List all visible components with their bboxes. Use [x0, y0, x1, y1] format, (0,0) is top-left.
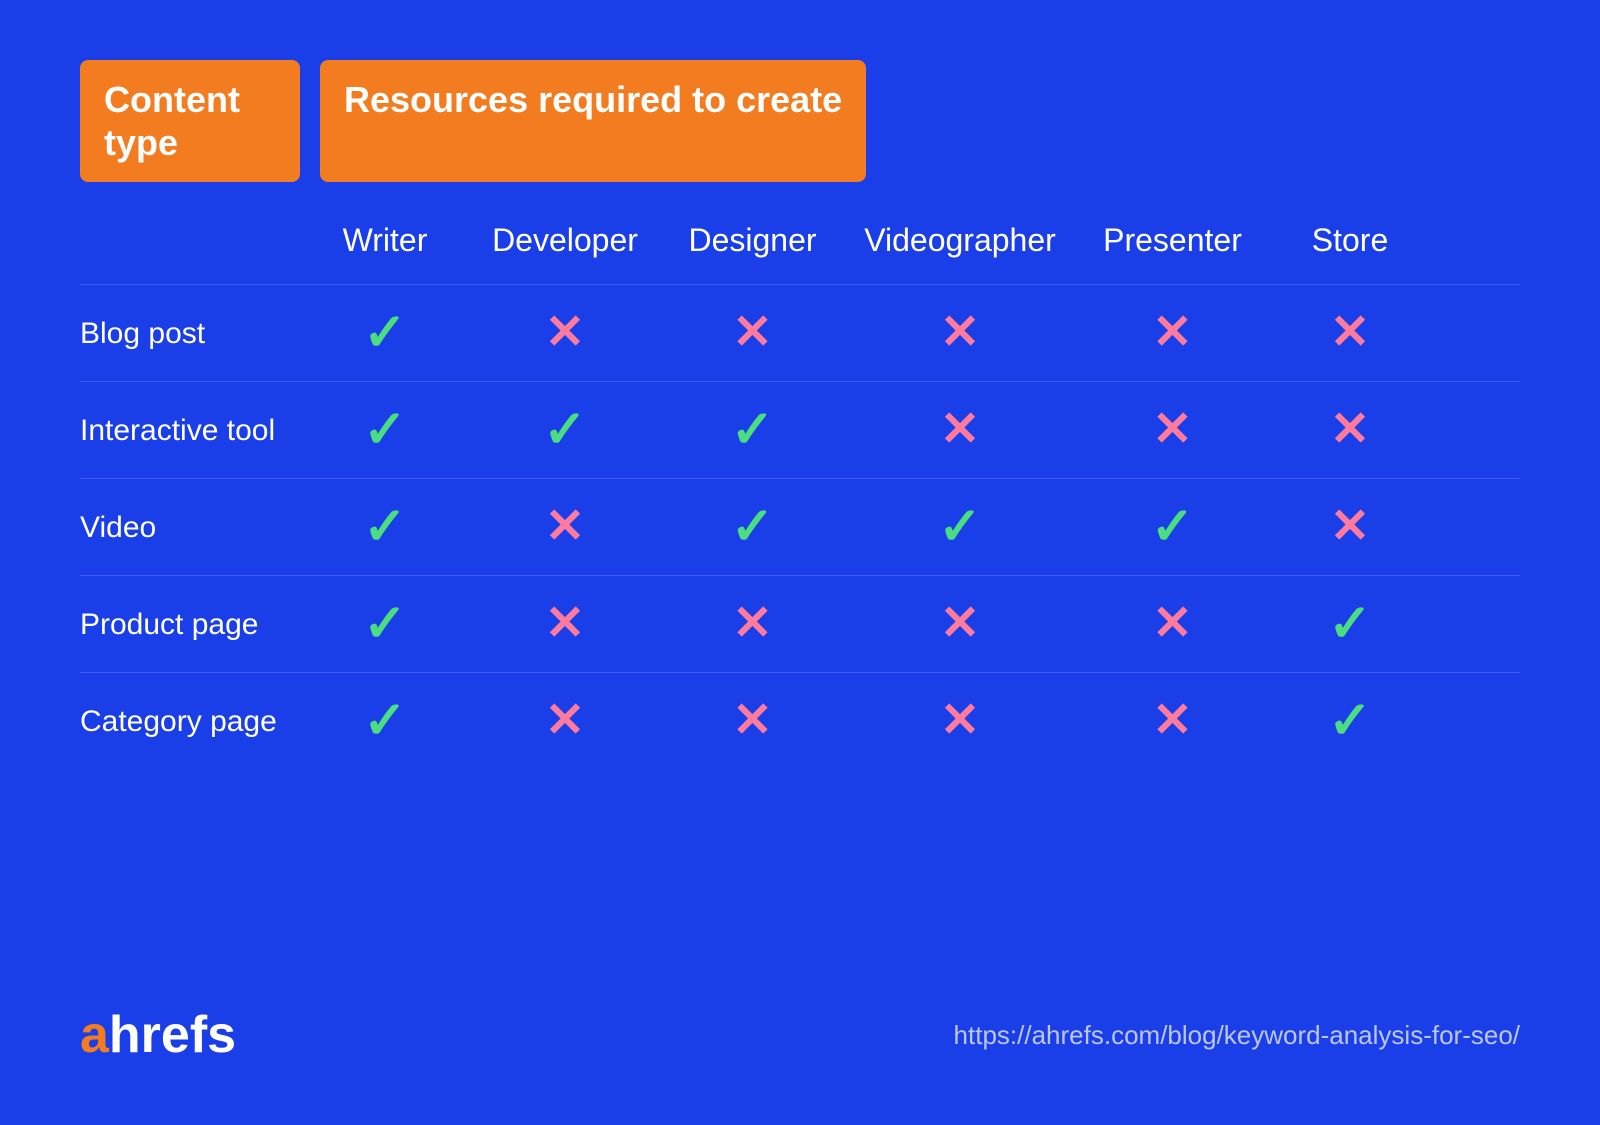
cross-icon: ✕	[1330, 406, 1370, 454]
col-header-empty	[80, 212, 300, 269]
check-icon: ✓	[938, 501, 982, 553]
footer-url: https://ahrefs.com/blog/keyword-analysis…	[954, 1020, 1520, 1051]
cross-icon: ✕	[940, 600, 980, 648]
cell-check: ✓	[845, 501, 1075, 553]
col-header-designer: Designer	[660, 212, 845, 269]
header-row: Content type Resources required to creat…	[80, 60, 1520, 182]
main-container: Content type Resources required to creat…	[0, 0, 1600, 1125]
table-row: Category page ✓ ✕ ✕ ✕ ✕ ✓	[80, 672, 1520, 769]
cell-cross: ✕	[845, 406, 1075, 454]
logo-a: a	[80, 1006, 109, 1064]
cell-check: ✓	[300, 404, 470, 456]
check-icon: ✓	[363, 695, 407, 747]
cross-icon: ✕	[732, 309, 772, 357]
check-icon: ✓	[363, 501, 407, 553]
cell-cross: ✕	[1075, 406, 1270, 454]
table-row: Blog post ✓ ✕ ✕ ✕ ✕ ✕	[80, 284, 1520, 381]
check-icon: ✓	[1328, 598, 1372, 650]
cell-cross: ✕	[845, 600, 1075, 648]
col-header-presenter: Presenter	[1075, 212, 1270, 269]
content-type-header: Content type	[80, 60, 300, 182]
column-headers: Writer Developer Designer Videographer P…	[80, 212, 1520, 269]
cell-check: ✓	[300, 598, 470, 650]
check-icon: ✓	[1328, 695, 1372, 747]
cell-cross: ✕	[1075, 309, 1270, 357]
cross-icon: ✕	[1330, 503, 1370, 551]
cell-cross: ✕	[470, 503, 660, 551]
check-icon: ✓	[363, 404, 407, 456]
cross-icon: ✕	[1330, 309, 1370, 357]
table-row: Interactive tool ✓ ✓ ✓ ✕ ✕ ✕	[80, 381, 1520, 478]
table-row: Product page ✓ ✕ ✕ ✕ ✕ ✓	[80, 575, 1520, 672]
cross-icon: ✕	[940, 406, 980, 454]
row-label: Interactive tool	[80, 411, 300, 450]
cell-check: ✓	[300, 695, 470, 747]
cell-cross: ✕	[845, 309, 1075, 357]
resources-header: Resources required to create	[320, 60, 866, 182]
col-header-writer: Writer	[300, 212, 470, 269]
check-icon: ✓	[731, 404, 775, 456]
row-label: Blog post	[80, 314, 300, 353]
cross-icon: ✕	[1152, 600, 1192, 648]
cell-check: ✓	[1075, 501, 1270, 553]
ahrefs-logo: ahrefs	[80, 1005, 236, 1065]
cell-cross: ✕	[1270, 309, 1430, 357]
footer: ahrefs https://ahrefs.com/blog/keyword-a…	[80, 975, 1520, 1065]
cell-cross: ✕	[1270, 406, 1430, 454]
cell-check: ✓	[1270, 598, 1430, 650]
cross-icon: ✕	[545, 503, 585, 551]
cross-icon: ✕	[545, 600, 585, 648]
cross-icon: ✕	[732, 697, 772, 745]
data-rows: Blog post✓✕✕✕✕✕Interactive tool✓✓✓✕✕✕Vid…	[80, 284, 1520, 769]
cell-cross: ✕	[470, 309, 660, 357]
cross-icon: ✕	[1152, 697, 1192, 745]
check-icon: ✓	[363, 307, 407, 359]
table-row: Video ✓ ✕ ✓ ✓ ✓ ✕	[80, 478, 1520, 575]
row-label: Video	[80, 508, 300, 547]
cross-icon: ✕	[732, 600, 772, 648]
cross-icon: ✕	[545, 309, 585, 357]
cell-cross: ✕	[845, 697, 1075, 745]
cell-check: ✓	[300, 307, 470, 359]
check-icon: ✓	[1151, 501, 1195, 553]
check-icon: ✓	[731, 501, 775, 553]
table-wrapper: Content type Resources required to creat…	[80, 60, 1520, 955]
row-label: Product page	[80, 605, 300, 644]
cell-cross: ✕	[1075, 697, 1270, 745]
cell-cross: ✕	[470, 600, 660, 648]
cell-cross: ✕	[1270, 503, 1430, 551]
cell-cross: ✕	[660, 600, 845, 648]
logo-hrefs: hrefs	[109, 1006, 236, 1064]
cell-cross: ✕	[660, 309, 845, 357]
cross-icon: ✕	[545, 697, 585, 745]
cross-icon: ✕	[1152, 309, 1192, 357]
cross-icon: ✕	[1152, 406, 1192, 454]
col-header-videographer: Videographer	[845, 212, 1075, 269]
cell-cross: ✕	[470, 697, 660, 745]
col-header-developer: Developer	[470, 212, 660, 269]
cell-cross: ✕	[660, 697, 845, 745]
check-icon: ✓	[543, 404, 587, 456]
cell-check: ✓	[300, 501, 470, 553]
cell-check: ✓	[660, 404, 845, 456]
check-icon: ✓	[363, 598, 407, 650]
cell-check: ✓	[470, 404, 660, 456]
cell-cross: ✕	[1075, 600, 1270, 648]
cross-icon: ✕	[940, 697, 980, 745]
cross-icon: ✕	[940, 309, 980, 357]
cell-check: ✓	[1270, 695, 1430, 747]
cell-check: ✓	[660, 501, 845, 553]
row-label: Category page	[80, 702, 300, 741]
col-header-store: Store	[1270, 212, 1430, 269]
